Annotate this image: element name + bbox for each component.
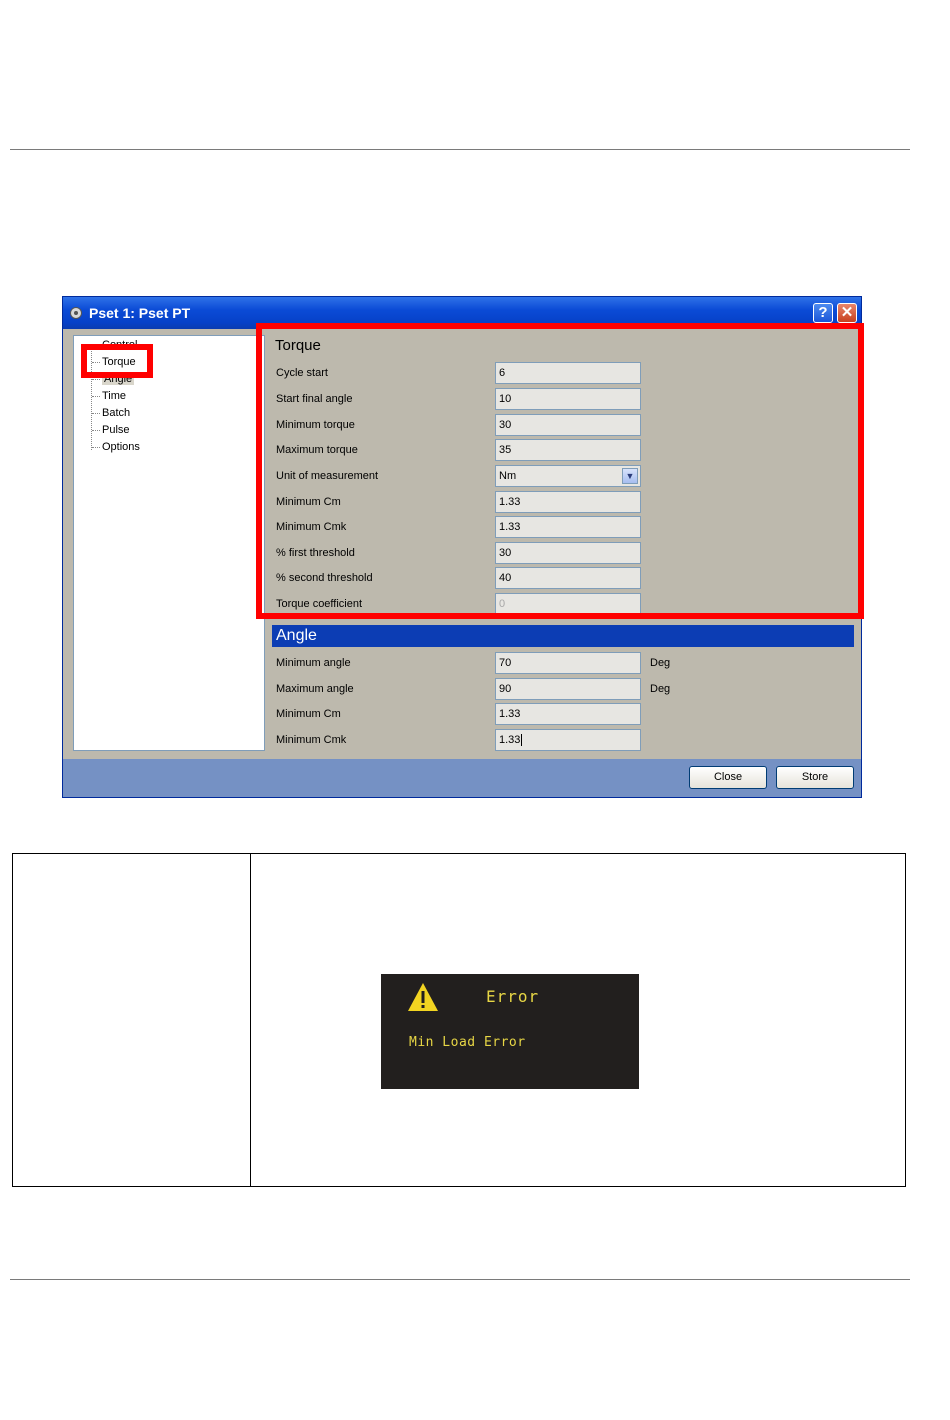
field-row: Maximum torque 35	[269, 439, 859, 463]
tree-item-control[interactable]: Control	[92, 338, 137, 353]
field-label: Maximum angle	[276, 683, 354, 695]
field-value: 1.33	[499, 734, 521, 746]
angle-minimum-cm-input[interactable]: 1.33	[495, 703, 641, 725]
field-label: % second threshold	[276, 572, 373, 584]
field-row: Minimum torque 30	[269, 414, 859, 438]
tree-item-batch[interactable]: Batch	[92, 406, 130, 421]
help-icon: ?	[818, 304, 828, 321]
field-label: Minimum Cm	[276, 708, 341, 720]
field-row: Torque coefficient 0	[269, 593, 859, 617]
select-value: Nm	[499, 470, 517, 482]
field-label: Torque coefficient	[276, 598, 363, 610]
window-close-button[interactable]: ✕	[837, 303, 857, 323]
bottom-rule	[10, 1279, 910, 1280]
app-icon	[70, 307, 82, 319]
tree-item-time[interactable]: Time	[92, 389, 126, 404]
field-label: Minimum torque	[276, 419, 355, 431]
field-row: Minimum Cmk 1.33	[269, 516, 859, 540]
field-label: % first threshold	[276, 547, 355, 559]
store-button[interactable]: Store	[776, 766, 854, 789]
window-title: Pset 1: Pset PT	[89, 305, 191, 321]
tree-item-angle[interactable]: Angle	[92, 372, 135, 387]
field-label: Minimum Cmk	[276, 734, 347, 746]
field-row: % first threshold 30	[269, 542, 859, 566]
chevron-down-icon[interactable]: ▼	[622, 468, 638, 484]
field-label: Minimum Cmk	[276, 521, 347, 533]
torque-coefficient-input: 0	[495, 593, 641, 615]
close-button[interactable]: Close	[689, 766, 767, 789]
tree-item-pulse[interactable]: Pulse	[92, 423, 130, 438]
unit-label: Deg	[650, 657, 671, 669]
field-row: Minimum Cm 1.33	[269, 491, 859, 515]
minimum-torque-input[interactable]: 30	[495, 414, 641, 436]
torque-section-title: Torque	[275, 337, 321, 354]
field-label: Cycle start	[276, 367, 328, 379]
field-row: Maximum angle 90 Deg	[269, 678, 859, 702]
field-row: Cycle start 6	[269, 362, 859, 386]
field-row: Unit of measurement Nm ▼	[269, 465, 859, 489]
unit-label: Deg	[650, 683, 671, 695]
cycle-start-input[interactable]: 6	[495, 362, 641, 384]
tree-item-options[interactable]: Options	[92, 440, 140, 455]
maximum-angle-input[interactable]: 90	[495, 678, 641, 700]
dialog-footer: Close Store	[63, 759, 861, 797]
field-row: Minimum Cmk 1.33	[269, 729, 859, 753]
maximum-torque-input[interactable]: 35	[495, 439, 641, 461]
field-row: Minimum Cm 1.33	[269, 703, 859, 727]
field-label: Unit of measurement	[276, 470, 379, 482]
start-final-angle-input[interactable]: 10	[495, 388, 641, 410]
unit-of-measurement-select[interactable]: Nm ▼	[495, 465, 641, 487]
error-display: Error Min Load Error	[381, 974, 639, 1089]
field-label: Maximum torque	[276, 444, 358, 456]
field-label: Start final angle	[276, 393, 353, 405]
top-rule	[10, 149, 910, 150]
error-title: Error	[486, 987, 540, 1006]
settings-tree: Control Torque Angle Time Batch Pulse Op…	[73, 335, 265, 751]
info-table: Error Min Load Error	[12, 853, 906, 1187]
close-icon: ✕	[840, 304, 854, 321]
tree-item-torque[interactable]: Torque	[92, 355, 136, 370]
field-row: Minimum angle 70 Deg	[269, 652, 859, 676]
angle-minimum-cmk-input[interactable]: 1.33	[495, 729, 641, 751]
table-divider	[250, 854, 251, 1186]
field-label: Minimum Cm	[276, 496, 341, 508]
settings-panel: Torque Cycle start 6 Start final angle 1…	[269, 329, 861, 759]
minimum-cm-input[interactable]: 1.33	[495, 491, 641, 513]
title-bar[interactable]: Pset 1: Pset PT ? ✕	[63, 297, 861, 329]
minimum-angle-input[interactable]: 70	[495, 652, 641, 674]
first-threshold-input[interactable]: 30	[495, 542, 641, 564]
help-button[interactable]: ?	[813, 303, 833, 323]
error-message: Min Load Error	[409, 1035, 526, 1050]
second-threshold-input[interactable]: 40	[495, 567, 641, 589]
field-row: Start final angle 10	[269, 388, 859, 412]
text-caret	[521, 734, 523, 747]
field-label: Minimum angle	[276, 657, 351, 669]
pset-dialog: Pset 1: Pset PT ? ✕ Control Torque Angle…	[62, 296, 862, 798]
warning-icon	[408, 983, 438, 1011]
angle-section-title: Angle	[272, 625, 854, 647]
field-row: % second threshold 40	[269, 567, 859, 591]
minimum-cmk-input[interactable]: 1.33	[495, 516, 641, 538]
